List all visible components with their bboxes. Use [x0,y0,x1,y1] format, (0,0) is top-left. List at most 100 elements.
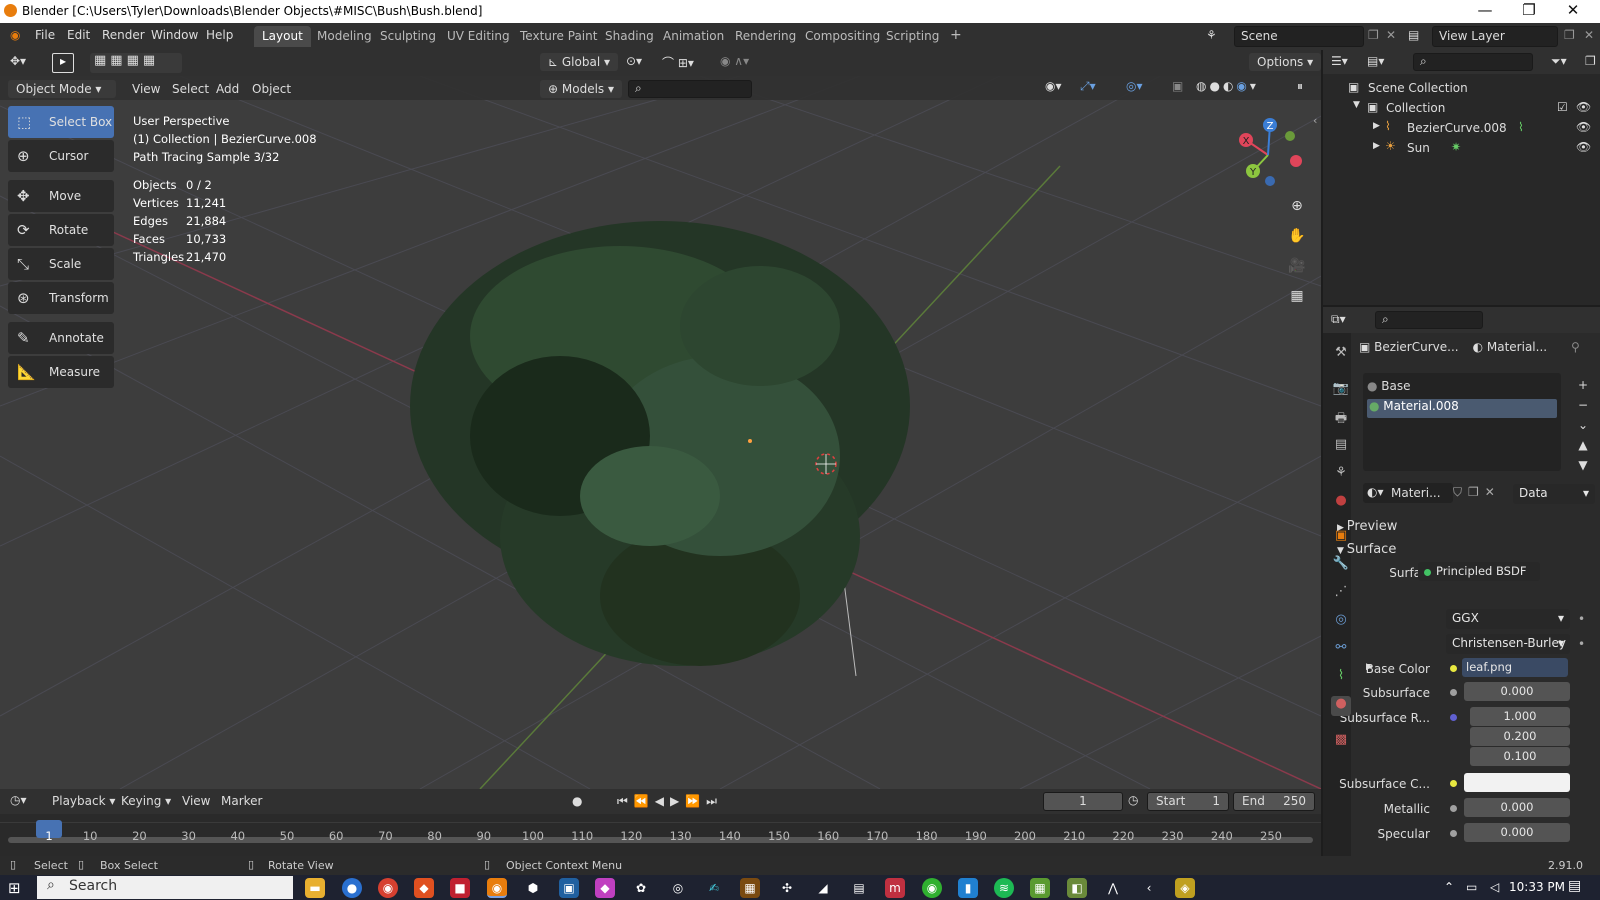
zoom-icon[interactable]: ⊕ [1284,193,1310,219]
app-icon[interactable]: ◧ [1067,878,1087,898]
menu-window[interactable]: Window [151,28,198,42]
select-mode-icon[interactable]: ▸ [52,53,74,73]
tray-expand-icon[interactable]: ⌃ [1444,880,1454,894]
tab-sculpting[interactable]: Sculpting [372,26,444,47]
visibility-icon[interactable]: ◉▾ [1045,79,1062,93]
specular-field[interactable]: 0.000 [1464,823,1570,842]
tool-scale[interactable]: ⤡ Scale [8,248,114,280]
app-icon[interactable]: ✣ [777,878,797,898]
menu-render[interactable]: Render [102,28,145,42]
render-tab-icon[interactable]: 📷 [1331,381,1351,401]
timeline-editor-icon[interactable]: ◷▾ [10,793,27,807]
material-name-field[interactable]: Materi... [1391,486,1441,500]
blender-taskbar-icon[interactable]: ◉ [487,878,507,898]
view-layer-icon[interactable]: ▤ [1408,28,1419,42]
eye-icon[interactable]: 👁 [1576,120,1591,134]
expand-icon[interactable]: ▼ [1353,100,1360,110]
new-collection-icon[interactable]: ❐ [1585,54,1596,68]
link-dropdown[interactable]: Data ▾ [1513,484,1595,504]
display-mode-icon[interactable]: ▤▾ [1367,54,1384,68]
app-icon[interactable]: ⬢ [523,878,543,898]
proportional-edit-icon[interactable]: ◉ ∧▾ [720,54,749,68]
outliner-item-sun[interactable]: ▶ ☀ Sun ✷ 👁 [1323,138,1600,158]
record-icon[interactable]: ● [572,794,582,808]
app-icon[interactable]: ▦ [1030,878,1050,898]
eye-icon[interactable]: 👁 [1576,140,1591,154]
editor-type-icon[interactable]: ✥▾ [10,54,26,68]
app-icon[interactable]: ⋀ [1103,878,1123,898]
app-icon[interactable]: ● [342,878,362,898]
navigation-gizmo[interactable]: X Y Z [1228,113,1308,193]
outliner-item-beziercurve[interactable]: ▶ ⌇ BezierCurve.008 ⌇ 👁 [1323,118,1600,138]
app-icon[interactable]: ▮ [958,878,978,898]
perspective-grid-icon[interactable]: ▦ [1284,283,1310,309]
options-dropdown[interactable]: Options ▾ [1249,53,1322,71]
tab-scripting[interactable]: Scripting [878,26,947,47]
properties-search-input[interactable]: ⌕ [1375,311,1483,329]
subsurface-method-dropdown[interactable]: Christensen-Burley ▾ [1446,634,1570,654]
tool-measure[interactable]: 📐 Measure [8,356,114,388]
selection-mode-buttons[interactable]: ▦▦▦▦ [90,53,182,73]
tool-select-box[interactable]: ⬚ Select Box [8,106,114,138]
app-icon[interactable]: ◆ [414,878,434,898]
particles-tab-icon[interactable]: ⋰ [1331,584,1351,604]
app-icon[interactable]: ✍ [704,878,724,898]
shading-mode-icons[interactable]: ◍●◐◉▾ [1196,79,1259,93]
tab-animation[interactable]: Animation [655,26,732,47]
constraints-tab-icon[interactable]: ⚯ [1331,640,1351,660]
menu-timeline-view[interactable]: View [182,794,210,808]
app-icon[interactable]: ▣ [559,878,579,898]
gizmo-toggle-icon[interactable]: ⤢▾ [1080,79,1096,94]
outliner-collection[interactable]: ▼ ▣ Collection ☑ 👁 [1323,98,1600,118]
slot-buttons[interactable]: + − ⌄ ▲ ▼ [1574,375,1592,475]
tool-cursor[interactable]: ⊕ Cursor [8,140,114,172]
view-layer-field[interactable]: View Layer [1432,26,1558,47]
app-icon[interactable]: ◈ [1175,878,1195,898]
menu-help[interactable]: Help [206,28,233,42]
scene-tab-icon[interactable]: ⚘ [1331,465,1351,485]
expand-icon[interactable]: ▶ [1373,141,1380,151]
current-frame-field[interactable]: 1 [1043,792,1123,811]
xray-icon[interactable]: ▣ [1172,79,1183,93]
tab-layout[interactable]: Layout [254,26,311,47]
maximize-button[interactable]: ❐ [1514,1,1544,19]
object-tab-icon[interactable]: ▣ [1331,528,1351,548]
subsurface-radius-x-field[interactable]: 1.000 [1470,707,1570,726]
volume-icon[interactable]: ◁ [1490,880,1499,894]
app-icon[interactable]: m [885,878,905,898]
properties-editor-icon[interactable]: ⧉▾ [1331,312,1346,327]
start-frame-field[interactable]: Start 1 [1147,792,1229,811]
subsurface-field[interactable]: 0.000 [1464,682,1570,701]
end-frame-field[interactable]: End 250 [1233,792,1315,811]
app-icon[interactable]: ◎ [668,878,688,898]
camera-icon[interactable]: 🎥 [1284,253,1310,279]
tab-modeling[interactable]: Modeling [309,26,380,47]
menu-keying[interactable]: Keying ▾ [121,794,171,808]
pin-icon[interactable]: ⚲ [1571,340,1580,354]
scene-icon[interactable]: ⚘ [1206,28,1217,42]
menu-file[interactable]: File [35,28,55,42]
pan-hand-icon[interactable]: ✋ [1284,223,1310,249]
scene-new-icon[interactable]: ❐ [1368,28,1379,42]
outliner-editor-icon[interactable]: ☰▾ [1331,54,1348,68]
material-tab-icon[interactable]: ● [1331,696,1351,716]
tool-tab-icon[interactable]: ⚒ [1331,345,1351,365]
world-tab-icon[interactable]: ● [1331,493,1351,513]
tool-move[interactable]: ✥ Move [8,180,114,212]
app-icon[interactable]: ◉ [922,878,942,898]
curve-data-icon[interactable]: ⌇ [1518,120,1524,134]
file-explorer-icon[interactable]: ▬ [305,878,325,898]
filter-icon[interactable]: ⏷▾ [1551,54,1567,69]
physics-tab-icon[interactable]: ◎ [1331,612,1351,632]
network-icon[interactable]: ▭ [1466,880,1477,894]
app-icon[interactable]: ◆ [595,878,615,898]
outliner-search-input[interactable]: ⌕ [1413,53,1533,71]
app-icon[interactable]: ✿ [631,878,651,898]
close-button[interactable]: ✕ [1558,1,1588,19]
collection-filter-dropdown[interactable]: ⊕ Models ▾ [540,80,622,98]
slot-base[interactable]: ● Base [1367,379,1557,398]
menu-view[interactable]: View [124,80,168,98]
bush-model[interactable] [410,221,910,666]
distribution-dropdown[interactable]: GGX ▾ [1446,609,1570,629]
transform-orientation-dropdown[interactable]: ⊾ Global ▾ [540,53,618,71]
